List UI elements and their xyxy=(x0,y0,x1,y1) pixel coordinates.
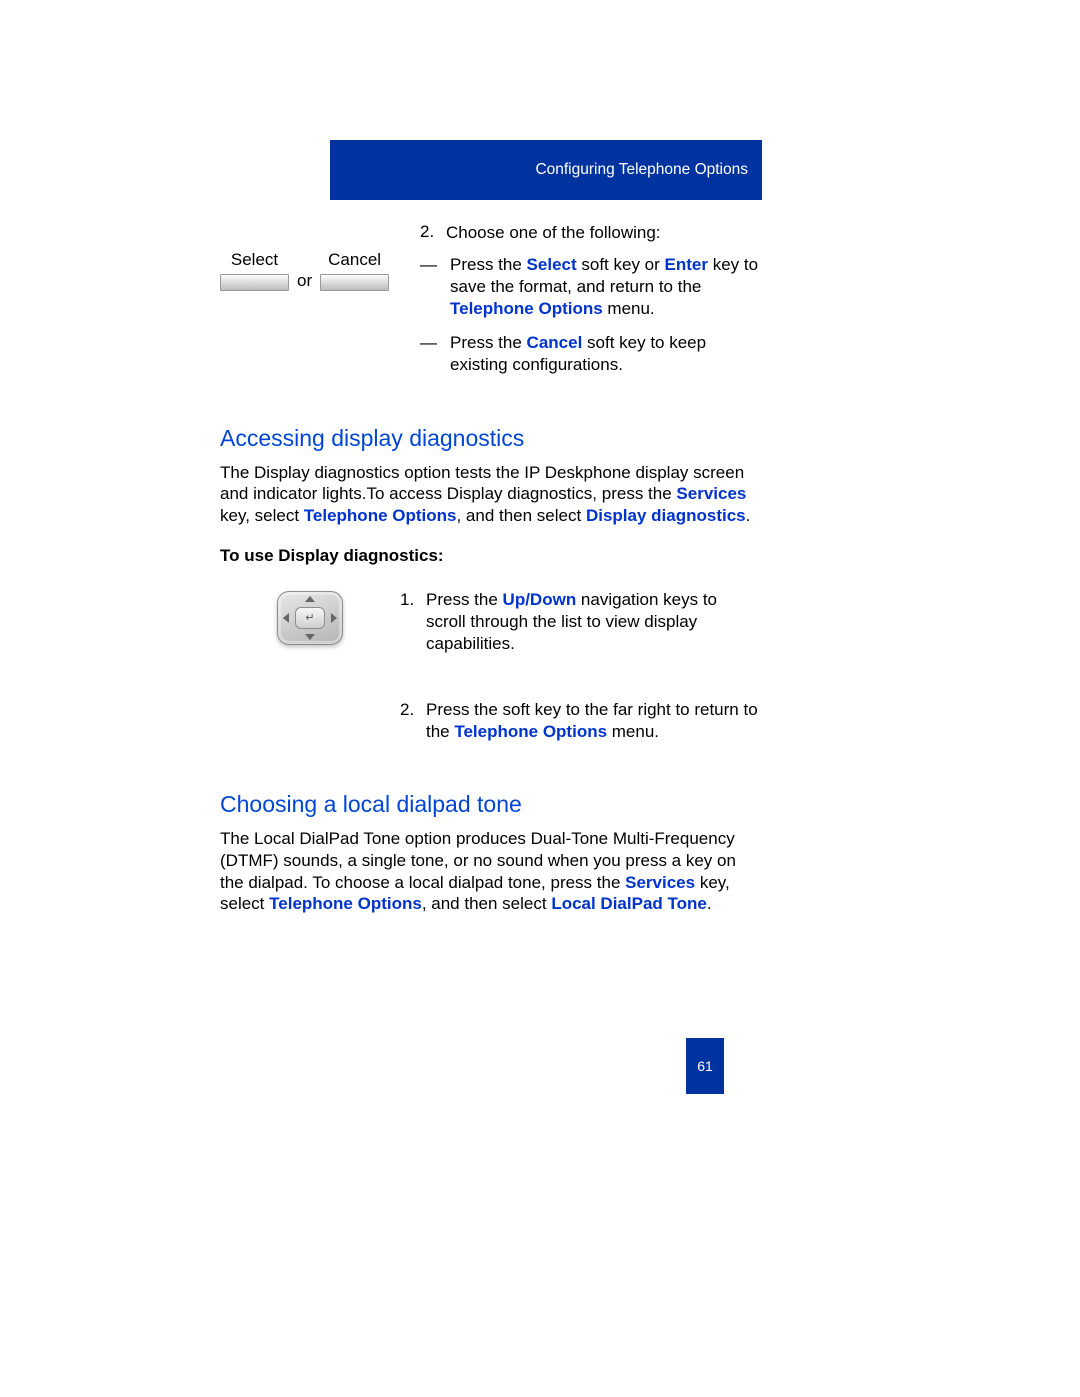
section2-para: The Local DialPad Tone option produces D… xyxy=(220,828,760,915)
t: Press the xyxy=(450,255,527,274)
page-number: 61 xyxy=(697,1058,713,1074)
dash-icon: — xyxy=(420,332,450,376)
nav-key-icon: ↵ xyxy=(277,591,343,645)
kw-enter: Enter xyxy=(665,255,708,274)
kw-cancel: Cancel xyxy=(527,333,583,352)
kw-up-down: Up/Down xyxy=(503,590,577,609)
step2-bullet-2: — Press the Cancel soft key to keep exis… xyxy=(420,332,760,376)
softkey-select-label: Select xyxy=(231,250,278,270)
kw-telephone-options: Telephone Options xyxy=(454,722,607,741)
diag-step1-num: 1. xyxy=(400,589,426,655)
kw-display-diagnostics: Display diagnostics xyxy=(586,506,746,525)
header-bar: Configuring Telephone Options xyxy=(330,140,762,200)
diag-step-2: 2. Press the soft key to the far right t… xyxy=(400,699,760,743)
softkey-cancel: Cancel xyxy=(320,250,389,291)
arrow-right-icon xyxy=(331,613,337,623)
arrow-left-icon xyxy=(283,613,289,623)
step2-line: 2. Choose one of the following: xyxy=(420,222,760,244)
heading-accessing-diagnostics: Accessing display diagnostics xyxy=(220,425,760,452)
nav-key-col: ↵ xyxy=(220,589,400,645)
softkey-select: Select xyxy=(220,250,289,291)
enter-key-icon: ↵ xyxy=(295,607,325,629)
kw-telephone-options: Telephone Options xyxy=(304,506,457,525)
kw-telephone-options: Telephone Options xyxy=(450,299,603,318)
kw-telephone-options: Telephone Options xyxy=(269,894,422,913)
diag-step2-text: Press the soft key to the far right to r… xyxy=(426,699,760,743)
diag-step1-text: Press the Up/Down navigation keys to scr… xyxy=(426,589,760,655)
step2-bullet-1: — Press the Select soft key or Enter key… xyxy=(420,254,760,320)
heading-dialpad-tone: Choosing a local dialpad tone xyxy=(220,791,760,818)
step2-text: Choose one of the following: xyxy=(446,222,760,244)
t: , and then select xyxy=(422,894,551,913)
step2-block: Select or Cancel 2. Choose one of the fo… xyxy=(220,222,760,389)
diag-step-1: 1. Press the Up/Down navigation keys to … xyxy=(400,589,760,655)
softkey-cancel-button[interactable] xyxy=(320,274,389,291)
t: Press the xyxy=(450,333,527,352)
dash-icon: — xyxy=(420,254,450,320)
t: . xyxy=(746,506,751,525)
t: menu. xyxy=(603,299,655,318)
step2-num: 2. xyxy=(420,222,446,244)
step2-sublist: — Press the Select soft key or Enter key… xyxy=(420,254,760,376)
softkeys-column: Select or Cancel xyxy=(220,222,420,291)
section1-subheading: To use Display diagnostics: xyxy=(220,545,760,567)
t: soft key or xyxy=(577,255,665,274)
t: , and then select xyxy=(456,506,585,525)
diag-step2-num: 2. xyxy=(400,699,426,743)
softkeys: Select or Cancel xyxy=(220,250,420,291)
content: Select or Cancel 2. Choose one of the fo… xyxy=(220,222,760,919)
page-number-box: 61 xyxy=(686,1038,724,1094)
t: Press the xyxy=(426,590,503,609)
kw-services: Services xyxy=(676,484,746,503)
kw-services: Services xyxy=(625,873,695,892)
arrow-down-icon xyxy=(305,634,315,640)
softkey-select-button[interactable] xyxy=(220,274,289,291)
t: menu. xyxy=(607,722,659,741)
step2-bullet-2-text: Press the Cancel soft key to keep existi… xyxy=(450,332,760,376)
diag-row: ↵ 1. Press the Up/Down navigation keys t… xyxy=(220,589,760,787)
header-title: Configuring Telephone Options xyxy=(535,161,748,179)
kw-select: Select xyxy=(527,255,577,274)
page: Configuring Telephone Options Select or … xyxy=(0,0,1080,1397)
diag-steps: 1. Press the Up/Down navigation keys to … xyxy=(400,589,760,787)
kw-local-dialpad-tone: Local DialPad Tone xyxy=(551,894,707,913)
softkey-cancel-label: Cancel xyxy=(328,250,381,270)
arrow-up-icon xyxy=(305,596,315,602)
t: . xyxy=(707,894,712,913)
t: The Display diagnostics option tests the… xyxy=(220,463,744,504)
softkey-or: or xyxy=(297,271,312,291)
section1-para: The Display diagnostics option tests the… xyxy=(220,462,760,527)
step2-text-col: 2. Choose one of the following: — Press … xyxy=(420,222,760,389)
t: key, select xyxy=(220,506,304,525)
step2-bullet-1-text: Press the Select soft key or Enter key t… xyxy=(450,254,760,320)
